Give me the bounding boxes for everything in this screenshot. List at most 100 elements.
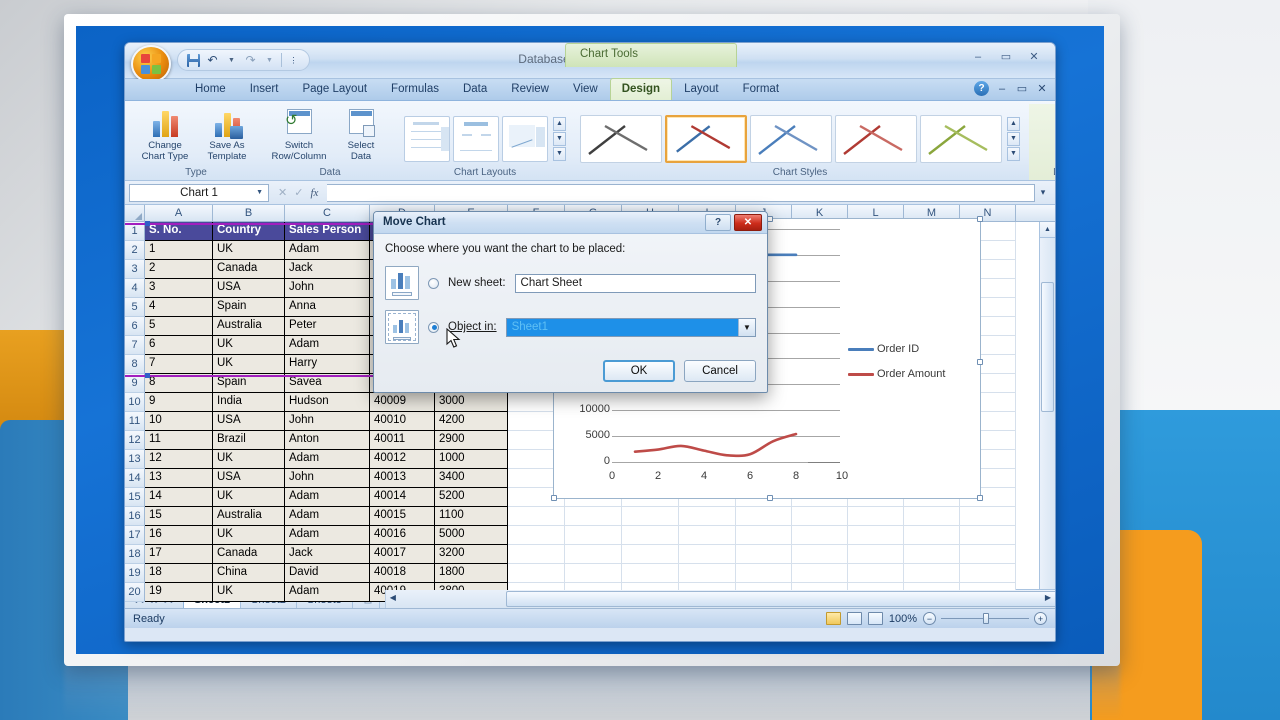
- legend-entry-order-id[interactable]: Order ID: [848, 343, 966, 355]
- table-cell-empty[interactable]: [565, 564, 622, 583]
- table-cell-empty[interactable]: [792, 507, 848, 526]
- table-cell-empty[interactable]: [508, 507, 565, 526]
- table-cell-empty[interactable]: [960, 545, 1016, 564]
- table-cell-empty[interactable]: [736, 526, 792, 545]
- table-cell-empty[interactable]: [960, 564, 1016, 583]
- column-header-C[interactable]: C: [285, 205, 370, 221]
- table-cell[interactable]: UK: [213, 241, 285, 260]
- restore-workbook-icon[interactable]: ▭: [1015, 82, 1029, 95]
- tab-layout[interactable]: Layout: [672, 78, 731, 100]
- table-cell[interactable]: Brazil: [213, 431, 285, 450]
- page-layout-view-icon[interactable]: [846, 612, 862, 625]
- table-cell[interactable]: Jack: [285, 260, 370, 279]
- row-header-11[interactable]: 11: [125, 412, 145, 431]
- table-cell[interactable]: 3: [145, 279, 213, 298]
- table-cell-empty[interactable]: [736, 564, 792, 583]
- zoom-out-button[interactable]: −: [923, 612, 936, 625]
- select-data-button[interactable]: Select Data: [332, 107, 390, 162]
- table-cell[interactable]: 5200: [435, 488, 508, 507]
- move-chart-button[interactable]: Move Chart: [1043, 107, 1055, 162]
- table-cell[interactable]: Peter: [285, 317, 370, 336]
- chart-style-thumb-3[interactable]: [750, 114, 832, 163]
- table-cell[interactable]: Canada: [213, 260, 285, 279]
- chart-layout-thumb-1[interactable]: [404, 115, 450, 162]
- table-row[interactable]: 15 Australia Adam 40015 1100: [145, 507, 1055, 526]
- table-cell[interactable]: UK: [213, 336, 285, 355]
- table-cell-empty[interactable]: [679, 564, 736, 583]
- table-cell[interactable]: David: [285, 564, 370, 583]
- window-controls[interactable]: – ▭ ✕: [965, 48, 1047, 65]
- table-cell[interactable]: 40018: [370, 564, 435, 583]
- table-cell[interactable]: UK: [213, 488, 285, 507]
- table-cell[interactable]: 14: [145, 488, 213, 507]
- table-cell-empty[interactable]: [848, 545, 904, 564]
- tab-data[interactable]: Data: [451, 78, 499, 100]
- chart-series-line-1[interactable]: [633, 432, 798, 458]
- table-cell[interactable]: Adam: [285, 336, 370, 355]
- table-cell-empty[interactable]: [508, 564, 565, 583]
- table-cell[interactable]: Adam: [285, 488, 370, 507]
- tab-insert[interactable]: Insert: [238, 78, 291, 100]
- cancel-button[interactable]: Cancel: [684, 360, 756, 382]
- scroll-right-icon[interactable]: ▶: [1045, 593, 1051, 602]
- tab-design[interactable]: Design: [609, 78, 673, 100]
- table-cell-empty[interactable]: [848, 507, 904, 526]
- minimize-workbook-icon[interactable]: –: [995, 83, 1009, 95]
- tab-format[interactable]: Format: [731, 78, 791, 100]
- table-cell[interactable]: 40015: [370, 507, 435, 526]
- table-cell[interactable]: 17: [145, 545, 213, 564]
- tab-page-layout[interactable]: Page Layout: [290, 78, 379, 100]
- scroll-left-icon[interactable]: ◀: [390, 593, 396, 602]
- table-cell-empty[interactable]: [848, 526, 904, 545]
- chart-style-thumb-5[interactable]: [920, 114, 1002, 163]
- table-cell[interactable]: Australia: [213, 317, 285, 336]
- row-header-10[interactable]: 10: [125, 393, 145, 412]
- table-cell-empty[interactable]: [792, 545, 848, 564]
- table-cell[interactable]: Canada: [213, 545, 285, 564]
- save-as-template-button[interactable]: Save As Template: [198, 107, 256, 162]
- legend-entry-order-amount[interactable]: Order Amount: [848, 368, 966, 380]
- row-header-18[interactable]: 18: [125, 545, 145, 564]
- expand-formula-bar-icon[interactable]: ▾: [1035, 187, 1051, 198]
- chart-style-thumb-2-selected[interactable]: [665, 114, 747, 163]
- chart-styles-scroll-down-icon[interactable]: ▼: [1007, 131, 1020, 146]
- chart-styles-more-icon[interactable]: ▼: [1007, 146, 1020, 161]
- chart-style-thumb-1[interactable]: [580, 114, 662, 163]
- zoom-slider[interactable]: − +: [923, 612, 1047, 625]
- table-cell-empty[interactable]: [904, 526, 960, 545]
- table-cell[interactable]: Adam: [285, 241, 370, 260]
- new-sheet-option-row[interactable]: New sheet: Chart Sheet: [385, 266, 756, 300]
- row-header-4[interactable]: 4: [125, 279, 145, 298]
- change-chart-type-button[interactable]: Change Chart Type: [136, 107, 194, 162]
- chart-styles-scroll-up-icon[interactable]: ▲: [1007, 116, 1020, 131]
- table-row[interactable]: 16 UK Adam 40016 5000: [145, 526, 1055, 545]
- table-cell[interactable]: Adam: [285, 583, 370, 602]
- table-cell-empty[interactable]: [565, 526, 622, 545]
- column-header-A[interactable]: A: [145, 205, 213, 221]
- table-cell[interactable]: 40016: [370, 526, 435, 545]
- close-workbook-icon[interactable]: ✕: [1035, 82, 1049, 95]
- new-sheet-radio[interactable]: [428, 277, 439, 289]
- table-cell[interactable]: 40009: [370, 393, 435, 412]
- table-cell[interactable]: 2: [145, 260, 213, 279]
- table-cell[interactable]: 3000: [435, 393, 508, 412]
- table-cell[interactable]: 2900: [435, 431, 508, 450]
- table-cell[interactable]: 40014: [370, 488, 435, 507]
- close-window-icon[interactable]: ✕: [1021, 48, 1047, 65]
- table-cell[interactable]: 16: [145, 526, 213, 545]
- table-cell-empty[interactable]: [792, 564, 848, 583]
- row-header-19[interactable]: 19: [125, 564, 145, 583]
- name-box-dropdown-icon[interactable]: ▼: [256, 189, 263, 196]
- table-cell-empty[interactable]: [736, 545, 792, 564]
- chart-layouts-scroll-up-icon[interactable]: ▲: [553, 116, 566, 131]
- table-cell-empty[interactable]: [960, 526, 1016, 545]
- table-cell[interactable]: Hudson: [285, 393, 370, 412]
- table-cell[interactable]: 10: [145, 412, 213, 431]
- table-row[interactable]: 18 China David 40018 1800: [145, 564, 1055, 583]
- row-header-5[interactable]: 5: [125, 298, 145, 317]
- table-cell-empty[interactable]: [622, 507, 679, 526]
- dialog-close-icon[interactable]: ✕: [734, 214, 762, 231]
- move-chart-dialog[interactable]: Move Chart ? ✕ Choose where you want the…: [373, 211, 768, 393]
- table-cell[interactable]: 40011: [370, 431, 435, 450]
- table-cell[interactable]: 1100: [435, 507, 508, 526]
